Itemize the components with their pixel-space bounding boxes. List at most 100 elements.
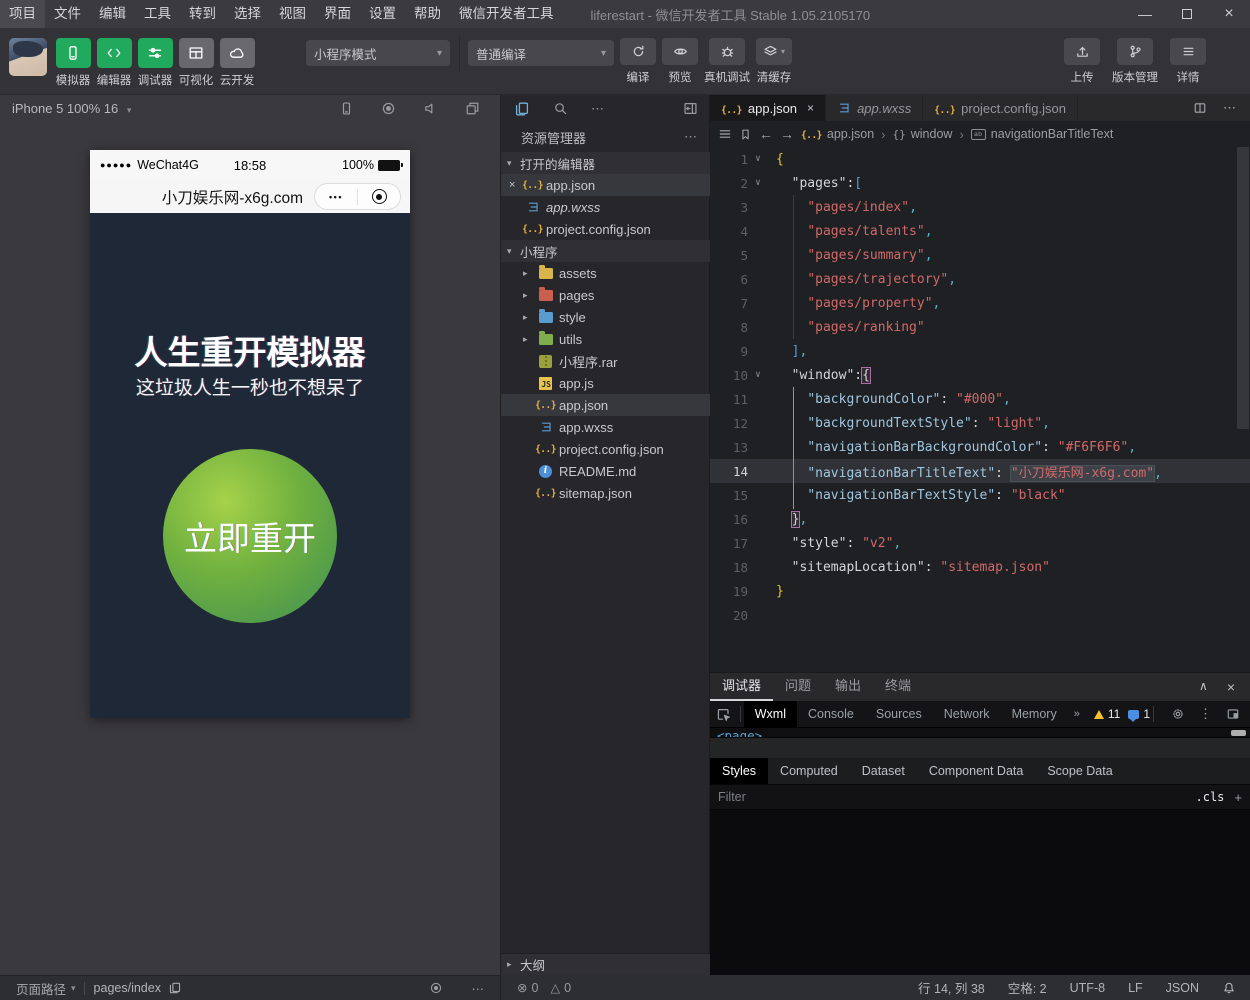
toolbar-mode-editor[interactable]: 编辑器 (95, 38, 133, 88)
visibility-icon[interactable] (429, 981, 443, 996)
outline-header[interactable]: ▸ 大纲 (501, 953, 711, 975)
remote-debug-button[interactable] (709, 38, 745, 65)
editor-tab-app.json[interactable]: {..}app.json× (710, 95, 826, 121)
capsule-target-icon[interactable] (358, 189, 400, 204)
warnings-badge[interactable]: 11 (1094, 707, 1120, 721)
version-manage-button[interactable] (1117, 38, 1153, 65)
dock-side-icon[interactable] (1226, 707, 1240, 721)
toolbar-action-version-manage[interactable]: 版本管理 (1112, 38, 1158, 85)
toolbar-action-compile[interactable]: 编译 (620, 38, 656, 85)
more-tabs-icon[interactable]: » (1068, 708, 1086, 720)
fold-chevron-icon[interactable]: ∨ (748, 370, 768, 380)
collapse-panel-icon[interactable]: ∧ (1199, 679, 1208, 695)
list-icon[interactable] (718, 127, 732, 141)
breadcrumb-segment[interactable]: abnavigationBarTitleText (971, 127, 1114, 141)
copy-path-icon[interactable] (168, 981, 182, 995)
more-icon[interactable]: ⋯ (591, 101, 604, 117)
styles-tab-Computed[interactable]: Computed (768, 758, 850, 784)
capsule-menu[interactable]: ••• (314, 183, 401, 210)
menu-item-项目[interactable]: 项目 (0, 0, 45, 28)
tree-item-app.wxss[interactable]: app.wxss (501, 416, 711, 438)
close-panel-icon[interactable]: × (1227, 679, 1235, 695)
collapse-sidebar-icon[interactable] (683, 101, 698, 116)
devtools-tab-Sources[interactable]: Sources (865, 701, 933, 728)
upload-button[interactable] (1064, 38, 1100, 65)
fold-chevron-icon[interactable]: ∨ (748, 178, 768, 188)
open-editor-project.config.json[interactable]: {..}project.config.json (501, 218, 711, 240)
problems-summary[interactable]: ⊗0 △0 (501, 975, 711, 1000)
menu-item-文件[interactable]: 文件 (45, 0, 90, 28)
status-segment[interactable]: 空格: 2 (1008, 978, 1047, 997)
maximize-button[interactable] (1166, 0, 1208, 28)
more-icon[interactable]: ⋯ (472, 981, 485, 996)
debugger-tab-输出[interactable]: 输出 (823, 673, 873, 701)
cloud-dev-toggle-button[interactable] (220, 38, 255, 68)
menu-item-视图[interactable]: 视图 (270, 0, 315, 28)
more-icon[interactable]: ⋯ (1223, 100, 1236, 116)
menu-item-帮助[interactable]: 帮助 (405, 0, 450, 28)
device-select[interactable]: iPhone 5 100% 16 ▾ (0, 101, 131, 116)
devtools-tab-Network[interactable]: Network (933, 701, 1001, 728)
toolbar-mode-visualize[interactable]: 可视化 (177, 38, 215, 88)
editor-toggle-button[interactable] (97, 38, 132, 68)
menu-item-选择[interactable]: 选择 (225, 0, 270, 28)
debugger-toggle-button[interactable] (138, 38, 173, 68)
toolbar-action-clear-cache[interactable]: ▾清缓存 (756, 38, 792, 85)
debugger-tab-调试器[interactable]: 调试器 (710, 673, 773, 701)
menu-item-转到[interactable]: 转到 (180, 0, 225, 28)
tree-item-pages[interactable]: ▸pages (501, 284, 711, 306)
capsule-more-icon[interactable]: ••• (315, 192, 357, 202)
visualize-toggle-button[interactable] (179, 38, 214, 68)
styles-tab-Dataset[interactable]: Dataset (850, 758, 917, 784)
details-button[interactable] (1170, 38, 1206, 65)
toolbar-action-details[interactable]: 详情 (1170, 38, 1206, 85)
devtools-tab-Wxml[interactable]: Wxml (744, 701, 797, 728)
toolbar-action-remote-debug[interactable]: 真机调试 (704, 38, 750, 85)
close-tab-icon[interactable]: × (807, 101, 814, 115)
breadcrumb-segment[interactable]: {..}app.json (801, 127, 874, 141)
toolbar-mode-debugger[interactable]: 调试器 (136, 38, 174, 88)
cls-toggle[interactable]: .cls (1196, 790, 1225, 804)
minimize-button[interactable]: — (1124, 0, 1166, 28)
menu-item-工具[interactable]: 工具 (135, 0, 180, 28)
styles-filter-input[interactable] (710, 790, 1196, 804)
files-icon[interactable] (514, 101, 530, 117)
styles-tab-Component-Data[interactable]: Component Data (917, 758, 1036, 784)
breadcrumb-segment[interactable]: {}window (893, 127, 953, 141)
wxml-scrollbar[interactable] (1231, 730, 1246, 736)
editor-tab-app.wxss[interactable]: app.wxss (826, 95, 923, 121)
multi-window-icon[interactable] (465, 101, 480, 116)
mode-select[interactable]: 小程序模式 ▾ (306, 40, 450, 66)
toolbar-mode-cloud-dev[interactable]: 云开发 (218, 38, 256, 88)
page-path-select[interactable]: 页面路径 (16, 979, 66, 998)
split-editor-icon[interactable] (1193, 101, 1207, 115)
editor-scrollbar[interactable] (1237, 147, 1249, 429)
toolbar-action-upload[interactable]: 上传 (1064, 38, 1100, 85)
devtools-tab-Memory[interactable]: Memory (1001, 701, 1068, 728)
devtools-tab-Console[interactable]: Console (797, 701, 865, 728)
code-area[interactable]: 1∨{2∨ "pages":[3 "pages/index",4 "pages/… (710, 147, 1250, 672)
tree-item-assets[interactable]: ▸assets (501, 262, 711, 284)
styles-tab-Scope-Data[interactable]: Scope Data (1035, 758, 1124, 784)
compile-select[interactable]: 普通编译 ▾ (468, 40, 614, 66)
avatar[interactable] (9, 38, 47, 76)
open-editor-app.wxss[interactable]: app.wxss (501, 196, 711, 218)
tree-item-README.md[interactable]: iREADME.md (501, 460, 711, 482)
compile-button[interactable] (620, 38, 656, 65)
toolbar-action-preview[interactable]: 预览 (662, 38, 698, 85)
menu-item-微信开发者工具[interactable]: 微信开发者工具 (450, 0, 563, 28)
tree-item-小程序.rar[interactable]: 小程序.rar (501, 350, 711, 372)
fold-chevron-icon[interactable]: ∨ (748, 154, 768, 164)
editor-tab-project.config.json[interactable]: {..}project.config.json (923, 95, 1078, 121)
close-button[interactable]: × (1208, 0, 1250, 28)
status-segment[interactable]: UTF-8 (1070, 981, 1105, 995)
preview-button[interactable] (662, 38, 698, 65)
search-icon[interactable] (553, 101, 568, 116)
bookmark-icon[interactable] (739, 128, 752, 141)
menu-item-界面[interactable]: 界面 (315, 0, 360, 28)
toolbar-mode-simulator[interactable]: 模拟器 (54, 38, 92, 88)
tree-item-app.js[interactable]: JSapp.js (501, 372, 711, 394)
wxml-tree-clipped[interactable]: <page> (710, 728, 1250, 737)
tree-item-sitemap.json[interactable]: {..}sitemap.json (501, 482, 711, 504)
open-editors-header[interactable]: ▾ 打开的编辑器 (501, 152, 711, 174)
